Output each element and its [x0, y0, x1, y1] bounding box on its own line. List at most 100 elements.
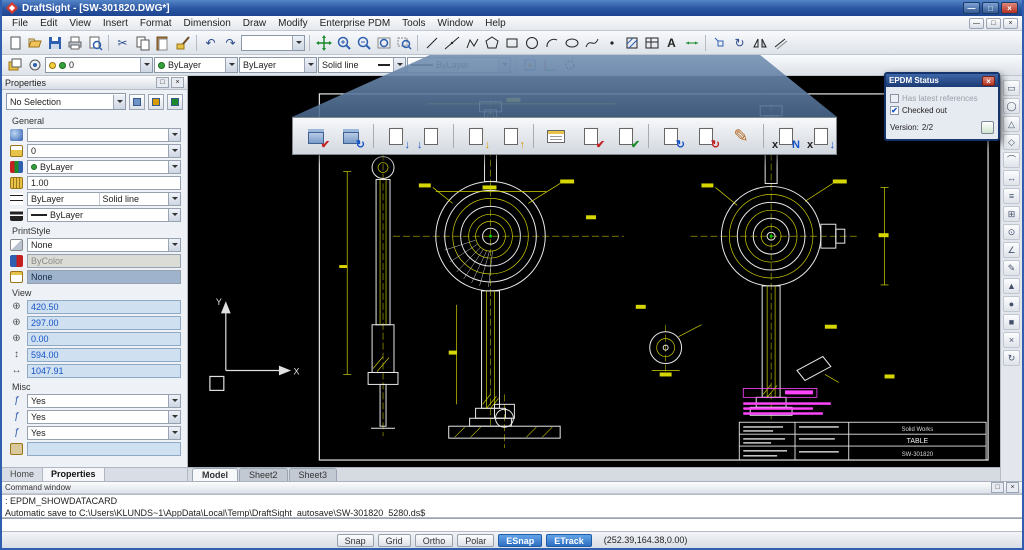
- ucs-icon-on-field[interactable]: Yes: [27, 394, 181, 408]
- redo-icon[interactable]: ↷: [221, 33, 240, 52]
- right-toolbar-icon[interactable]: ◯: [1003, 98, 1020, 114]
- right-toolbar-icon[interactable]: ⊞: [1003, 206, 1020, 222]
- pan-icon[interactable]: [314, 33, 333, 52]
- menu-file[interactable]: File: [6, 16, 34, 31]
- line-color-field[interactable]: ByLayer: [27, 160, 181, 174]
- epdm-check-in-icon[interactable]: ↑: [496, 122, 526, 150]
- right-toolbar-icon[interactable]: ▭: [1003, 80, 1020, 96]
- open-icon[interactable]: [25, 33, 44, 52]
- esnap-toggle[interactable]: ESnap: [498, 534, 542, 547]
- print-preview-icon[interactable]: [85, 33, 104, 52]
- format-painter-icon[interactable]: [173, 33, 192, 52]
- epdm-reload-icon[interactable]: ↻: [691, 122, 721, 150]
- epdm-get-version-icon[interactable]: ↓: [416, 122, 446, 150]
- close-icon[interactable]: ×: [1001, 2, 1018, 14]
- move-tool-icon[interactable]: [710, 33, 729, 52]
- float-command-icon[interactable]: □: [991, 482, 1004, 493]
- float-panel-icon[interactable]: □: [156, 77, 169, 88]
- undo-icon[interactable]: ↶: [201, 33, 220, 52]
- line-weight-field[interactable]: ByLayer: [27, 208, 181, 222]
- epdm-approve-icon[interactable]: ✔: [576, 122, 606, 150]
- right-toolbar-icon[interactable]: ⊙: [1003, 224, 1020, 240]
- menu-enterprise-pdm[interactable]: Enterprise PDM: [314, 16, 397, 31]
- zoom-out-icon[interactable]: [354, 33, 373, 52]
- view-center-z-field[interactable]: 0.00: [27, 332, 181, 346]
- note-tool-icon[interactable]: A: [662, 33, 681, 52]
- misc-extra-field[interactable]: [27, 442, 181, 456]
- epdm-get-latest-icon[interactable]: ↓: [381, 122, 411, 150]
- print-icon[interactable]: [65, 33, 84, 52]
- menu-edit[interactable]: Edit: [34, 16, 63, 31]
- right-toolbar-icon[interactable]: ■: [1003, 314, 1020, 330]
- epdm-dispatch-icon[interactable]: x↓: [806, 122, 836, 150]
- dimension-tool-icon[interactable]: [682, 33, 701, 52]
- has-latest-references-checkbox[interactable]: [890, 94, 899, 103]
- tab-sheet2[interactable]: Sheet2: [239, 468, 288, 481]
- toolbar-dropdown[interactable]: [241, 35, 305, 51]
- menu-tools[interactable]: Tools: [396, 16, 431, 31]
- print-table-field[interactable]: None: [27, 270, 181, 284]
- epdm-update-references-icon[interactable]: ↻: [656, 122, 686, 150]
- paste-icon[interactable]: [153, 33, 172, 52]
- right-toolbar-icon[interactable]: ∠: [1003, 242, 1020, 258]
- polyline-tool-icon[interactable]: [462, 33, 481, 52]
- tab-sheet3[interactable]: Sheet3: [289, 468, 338, 481]
- epdm-vault-view-icon[interactable]: ✔: [301, 122, 331, 150]
- line-tool-icon[interactable]: [422, 33, 441, 52]
- menu-insert[interactable]: Insert: [97, 16, 134, 31]
- right-toolbar-icon[interactable]: ◇: [1003, 134, 1020, 150]
- close-panel-icon[interactable]: ×: [171, 77, 184, 88]
- quick-select-icon[interactable]: [148, 94, 164, 110]
- menu-window[interactable]: Window: [432, 16, 480, 31]
- hatch-tool-icon[interactable]: [622, 33, 641, 52]
- view-width-field[interactable]: 1047.91: [27, 364, 181, 378]
- right-toolbar-icon[interactable]: △: [1003, 116, 1020, 132]
- minimize-icon[interactable]: —: [963, 2, 980, 14]
- tab-model[interactable]: Model: [192, 468, 238, 481]
- ucs-origin-field[interactable]: Yes: [27, 410, 181, 424]
- close-command-icon[interactable]: ×: [1006, 482, 1019, 493]
- zoom-window-icon[interactable]: [394, 33, 413, 52]
- command-history[interactable]: : EPDM_SHOWDATACARD Automatic save to C:…: [2, 494, 1022, 518]
- menu-help[interactable]: Help: [479, 16, 512, 31]
- layers-manager-icon[interactable]: [5, 56, 24, 75]
- epdm-explore-vault-icon[interactable]: ↻: [336, 122, 366, 150]
- line-scale-field[interactable]: 1.00: [27, 176, 181, 190]
- menu-modify[interactable]: Modify: [272, 16, 313, 31]
- line-style-field[interactable]: ByLayerSolid line: [27, 192, 181, 206]
- command-input[interactable]: [2, 518, 1022, 531]
- right-toolbar-icon[interactable]: ↔: [1003, 170, 1020, 186]
- epdm-edit-icon[interactable]: ✎: [726, 122, 756, 150]
- color-dropdown[interactable]: ByLayer: [154, 57, 238, 73]
- view-height-field[interactable]: 594.00: [27, 348, 181, 362]
- right-toolbar-icon[interactable]: ≡: [1003, 188, 1020, 204]
- mdi-minimize-icon[interactable]: —: [969, 18, 984, 29]
- polygon-tool-icon[interactable]: [482, 33, 501, 52]
- layer-dropdown[interactable]: 0: [45, 57, 153, 73]
- copy-icon[interactable]: [133, 33, 152, 52]
- etrack-toggle[interactable]: ETrack: [546, 534, 592, 547]
- epdm-check-out-icon[interactable]: ↓: [461, 122, 491, 150]
- select-entities-icon[interactable]: [129, 94, 145, 110]
- close-icon[interactable]: ×: [982, 76, 995, 86]
- offset-tool-icon[interactable]: [770, 33, 789, 52]
- new-icon[interactable]: [5, 33, 24, 52]
- circle-tool-icon[interactable]: [522, 33, 541, 52]
- tab-home[interactable]: Home: [2, 468, 43, 481]
- epdm-version-button[interactable]: [981, 121, 994, 134]
- right-toolbar-icon[interactable]: ✎: [1003, 260, 1020, 276]
- right-toolbar-icon[interactable]: ×: [1003, 332, 1020, 348]
- right-toolbar-icon[interactable]: ▲: [1003, 278, 1020, 294]
- zoom-fit-icon[interactable]: [374, 33, 393, 52]
- epdm-change-state-icon[interactable]: xN: [771, 122, 801, 150]
- right-toolbar-icon[interactable]: ●: [1003, 296, 1020, 312]
- snap-toggle[interactable]: Snap: [337, 534, 374, 547]
- table-tool-icon[interactable]: [642, 33, 661, 52]
- tab-properties[interactable]: Properties: [43, 468, 105, 481]
- arc-tool-icon[interactable]: [542, 33, 561, 52]
- layer-field[interactable]: 0: [27, 144, 181, 158]
- spline-tool-icon[interactable]: [582, 33, 601, 52]
- toggle-value-icon[interactable]: [167, 94, 183, 110]
- maximize-icon[interactable]: □: [982, 2, 999, 14]
- rotate-tool-icon[interactable]: ↻: [730, 33, 749, 52]
